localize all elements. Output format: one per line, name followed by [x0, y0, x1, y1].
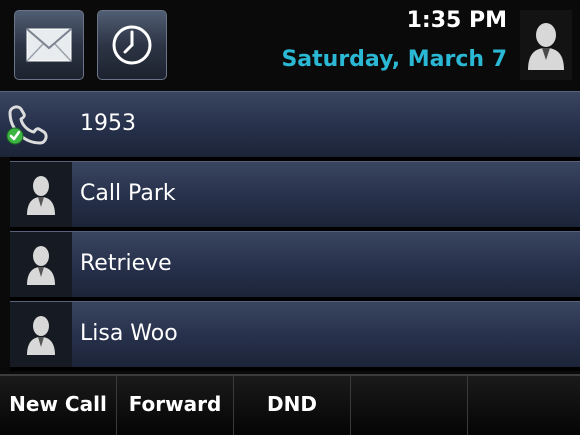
softkey-bar: New Call Forward DND	[0, 374, 580, 435]
contact-icon	[10, 302, 72, 367]
phone-registered-icon	[0, 92, 62, 157]
contact-icon	[10, 232, 72, 297]
empty-softkey[interactable]	[351, 376, 468, 435]
clock-time: 1:35 PM	[406, 8, 507, 33]
line-key-list: 1953 Call Park Retrieve Lisa Woo	[0, 91, 580, 371]
current-date: Saturday, March 7	[281, 47, 507, 72]
envelope-icon	[26, 28, 72, 62]
new-call-softkey[interactable]: New Call	[0, 376, 117, 435]
clock-icon	[111, 24, 153, 66]
phone-screen: 1:35 PM Saturday, March 7 1953 Call Park…	[0, 0, 580, 435]
person-icon	[527, 20, 565, 70]
dnd-softkey[interactable]: DND	[234, 376, 351, 435]
line-label: 1953	[80, 111, 136, 136]
line-label: Call Park	[80, 181, 176, 206]
messages-button[interactable]	[14, 10, 84, 80]
recent-calls-button[interactable]	[97, 10, 167, 80]
line-label: Lisa Woo	[80, 321, 178, 346]
line-label: Retrieve	[80, 251, 172, 276]
line-key-lisa-woo[interactable]: Lisa Woo	[10, 301, 580, 367]
line-key-call-park[interactable]: Call Park	[10, 161, 580, 227]
user-avatar[interactable]	[520, 10, 572, 80]
contact-icon	[10, 162, 72, 227]
line-key-retrieve[interactable]: Retrieve	[10, 231, 580, 297]
forward-softkey[interactable]: Forward	[117, 376, 234, 435]
line-key-1953[interactable]: 1953	[0, 91, 580, 157]
